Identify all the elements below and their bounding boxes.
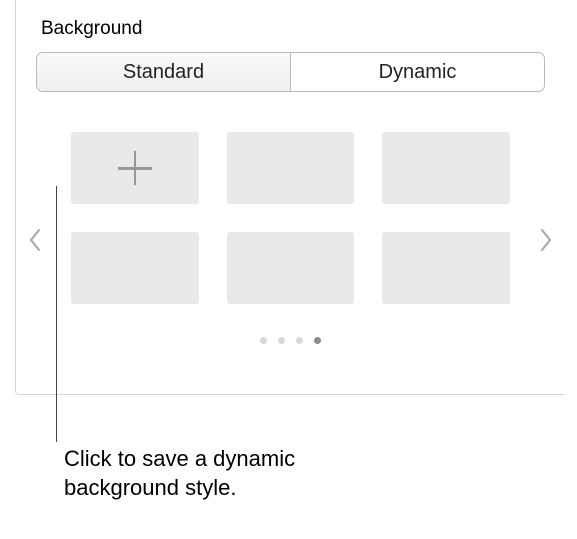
- page-dot[interactable]: [278, 337, 285, 344]
- callout-leader-line: [56, 186, 57, 442]
- style-slot[interactable]: [227, 132, 355, 204]
- carousel-prev-button[interactable]: [21, 222, 49, 262]
- style-slot[interactable]: [382, 232, 510, 304]
- segment-dynamic[interactable]: Dynamic: [290, 53, 544, 91]
- chevron-left-icon: [28, 228, 42, 257]
- carousel-next-button[interactable]: [532, 222, 560, 262]
- page-dot-active[interactable]: [314, 337, 321, 344]
- style-slot[interactable]: [71, 232, 199, 304]
- style-slot[interactable]: [382, 132, 510, 204]
- style-slot[interactable]: [227, 232, 355, 304]
- background-mode-segmented: Standard Dynamic: [36, 52, 545, 92]
- page-dot[interactable]: [296, 337, 303, 344]
- segment-dynamic-label: Dynamic: [379, 61, 457, 84]
- segment-standard-label: Standard: [123, 61, 204, 84]
- callout-text: Click to save a dynamic background style…: [64, 445, 404, 502]
- plus-icon: [118, 151, 152, 185]
- panel-heading: Background: [16, 0, 565, 40]
- chevron-right-icon: [539, 228, 553, 257]
- style-carousel: [16, 132, 565, 362]
- page-dot[interactable]: [260, 337, 267, 344]
- add-style-button[interactable]: [71, 132, 199, 204]
- style-grid: [71, 132, 510, 304]
- segment-standard[interactable]: Standard: [37, 53, 290, 91]
- background-panel: Background Standard Dynamic: [15, 0, 565, 395]
- page-dots: [16, 337, 565, 344]
